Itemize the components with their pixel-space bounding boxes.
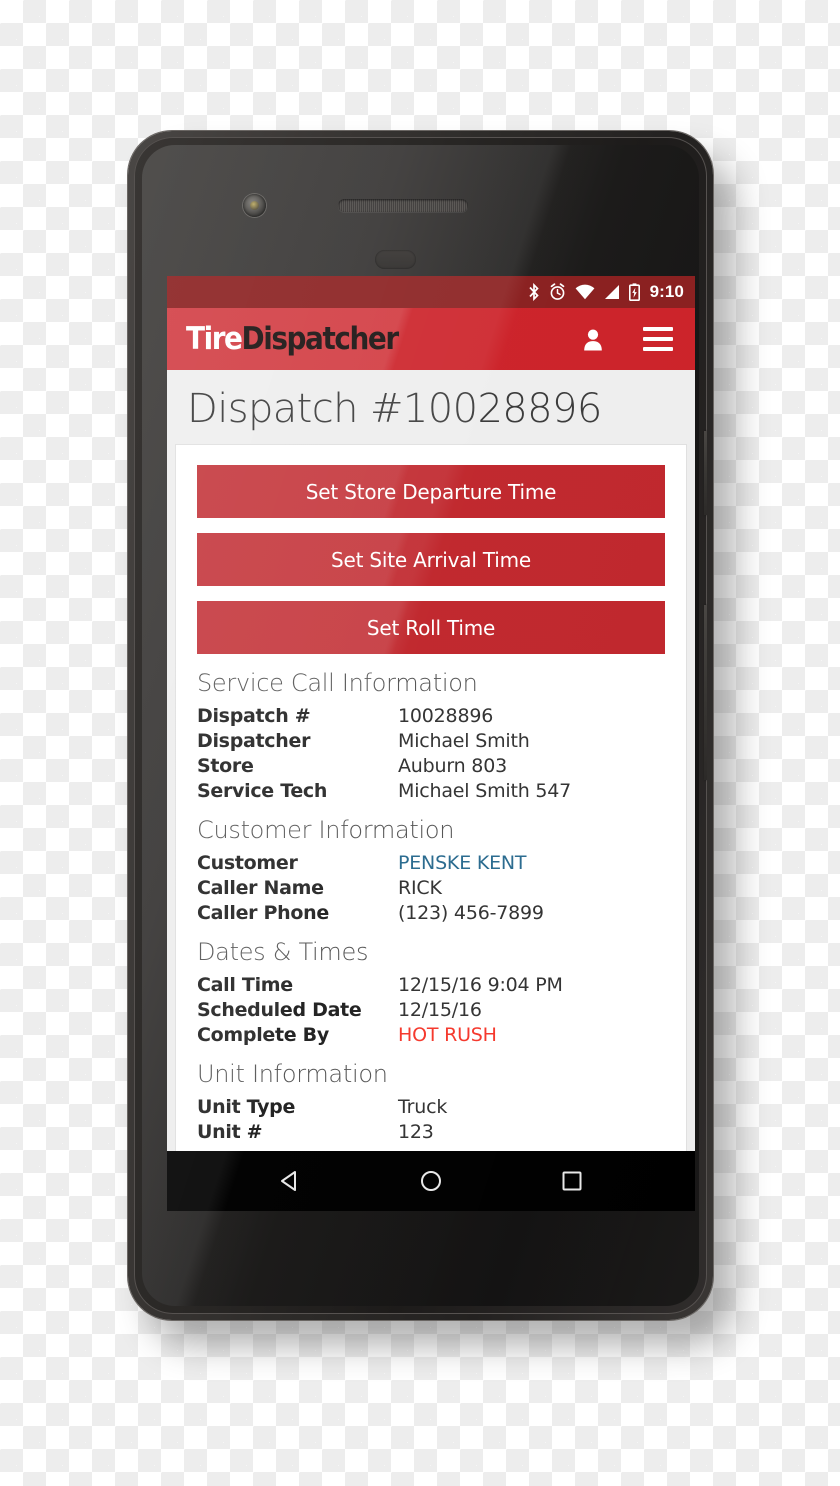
table-row: Dispatcher Michael Smith	[197, 730, 665, 755]
row-label: Unit #	[197, 1121, 263, 1143]
wifi-icon	[575, 284, 594, 300]
hamburger-bar	[643, 347, 673, 351]
app-logo[interactable]: TireDispatcher	[186, 320, 400, 357]
canvas: 9:10 TireDispatcher Dispatch #10028896 S…	[0, 0, 840, 1486]
bluetooth-icon	[528, 283, 539, 301]
phone-screen: 9:10 TireDispatcher Dispatch #10028896 S…	[167, 276, 695, 1211]
status-bar-clock: 9:10	[649, 282, 684, 301]
detail-card: Set Store Departure Time Set Site Arriva…	[175, 444, 687, 1151]
section-title-customer-information: Customer Information	[197, 816, 455, 844]
table-row: Scheduled Date 12/15/16	[197, 999, 665, 1024]
section-title-unit-information: Unit Information	[197, 1060, 388, 1088]
service-call-information-table: Dispatch # 10028896 Dispatcher Michael S…	[197, 705, 665, 805]
row-value: Truck	[398, 1096, 448, 1118]
customer-link[interactable]: PENSKE KENT	[398, 852, 665, 877]
row-label: Customer	[197, 852, 298, 874]
table-row: Call Time 12/15/16 9:04 PM	[197, 974, 665, 999]
alarm-icon	[550, 283, 564, 300]
volume-rocker-button[interactable]	[704, 605, 707, 780]
row-value: Michael Smith	[398, 730, 530, 752]
row-value: Michael Smith 547	[398, 780, 572, 802]
row-label: Call Time	[197, 974, 293, 996]
row-value: (123) 456-7899	[398, 902, 544, 924]
set-site-arrival-time-button[interactable]: Set Site Arrival Time	[197, 533, 665, 586]
phone-device: 9:10 TireDispatcher Dispatch #10028896 S…	[128, 131, 713, 1320]
row-label: Caller Phone	[197, 902, 329, 924]
back-triangle-icon[interactable]	[277, 1168, 303, 1194]
row-label: Caller Name	[197, 877, 324, 899]
row-label: Dispatcher	[197, 730, 311, 752]
table-row: Caller Phone (123) 456-7899	[197, 902, 665, 927]
row-label: Store	[197, 755, 254, 777]
section-title-dates-and-times: Dates & Times	[197, 938, 369, 966]
phone-front-glass: 9:10 TireDispatcher Dispatch #10028896 S…	[142, 145, 699, 1306]
app-bar-actions	[583, 327, 673, 351]
hamburger-menu-icon[interactable]	[643, 327, 673, 351]
table-row: Complete By HOT RUSH	[197, 1024, 665, 1049]
home-circle-icon[interactable]	[418, 1168, 444, 1194]
row-label: Dispatch #	[197, 705, 311, 727]
customer-information-table: Customer PENSKE KENT Caller Name RICK Ca…	[197, 852, 665, 927]
hamburger-bar	[643, 337, 673, 341]
battery-charging-icon	[628, 283, 640, 301]
front-camera-icon	[243, 194, 266, 217]
table-row: Caller Name RICK	[197, 877, 665, 902]
dates-and-times-table: Call Time 12/15/16 9:04 PM Scheduled Dat…	[197, 974, 665, 1049]
logo-tire-text: Tire	[186, 320, 243, 357]
table-row: Service Tech Michael Smith 547	[197, 780, 665, 805]
unit-information-table: Unit Type Truck Unit # 123	[197, 1096, 665, 1146]
table-row: Unit Type Truck	[197, 1096, 665, 1121]
row-value: 10028896	[398, 705, 494, 727]
row-label: Service Tech	[197, 780, 328, 802]
app-bar: TireDispatcher	[167, 308, 695, 370]
table-row: Unit # 123	[197, 1121, 665, 1146]
proximity-sensor	[375, 250, 416, 269]
row-value: 123	[398, 1121, 434, 1143]
row-value: RICK	[398, 877, 442, 899]
hamburger-bar	[643, 327, 673, 331]
set-store-departure-time-button[interactable]: Set Store Departure Time	[197, 465, 665, 518]
row-value: Auburn 803	[398, 755, 507, 777]
phone-bezel: 9:10 TireDispatcher Dispatch #10028896 S…	[134, 137, 707, 1314]
person-icon[interactable]	[583, 328, 603, 351]
table-row: Customer PENSKE KENT	[197, 852, 665, 877]
status-bar: 9:10	[167, 276, 695, 308]
complete-by-badge: HOT RUSH	[398, 1024, 497, 1046]
section-title-service-call-information: Service Call Information	[197, 669, 478, 697]
content-area: Dispatch #10028896 Set Store Departure T…	[167, 370, 695, 1151]
table-row: Dispatch # 10028896	[197, 705, 665, 730]
table-row: Store Auburn 803	[197, 755, 665, 780]
recents-square-icon[interactable]	[559, 1168, 585, 1194]
logo-dispatcher-text: Dispatcher	[241, 320, 400, 357]
earpiece-speaker	[338, 199, 468, 212]
set-roll-time-button[interactable]: Set Roll Time	[197, 601, 665, 654]
row-value: 12/15/16 9:04 PM	[398, 974, 563, 996]
power-button[interactable]	[704, 431, 707, 515]
row-value: 12/15/16	[398, 999, 482, 1021]
cellular-signal-icon	[604, 285, 619, 299]
row-label: Unit Type	[197, 1096, 296, 1118]
row-label: Complete By	[197, 1024, 329, 1046]
page-title: Dispatch #10028896	[187, 386, 602, 432]
android-navigation-bar	[167, 1151, 695, 1211]
row-label: Scheduled Date	[197, 999, 362, 1021]
